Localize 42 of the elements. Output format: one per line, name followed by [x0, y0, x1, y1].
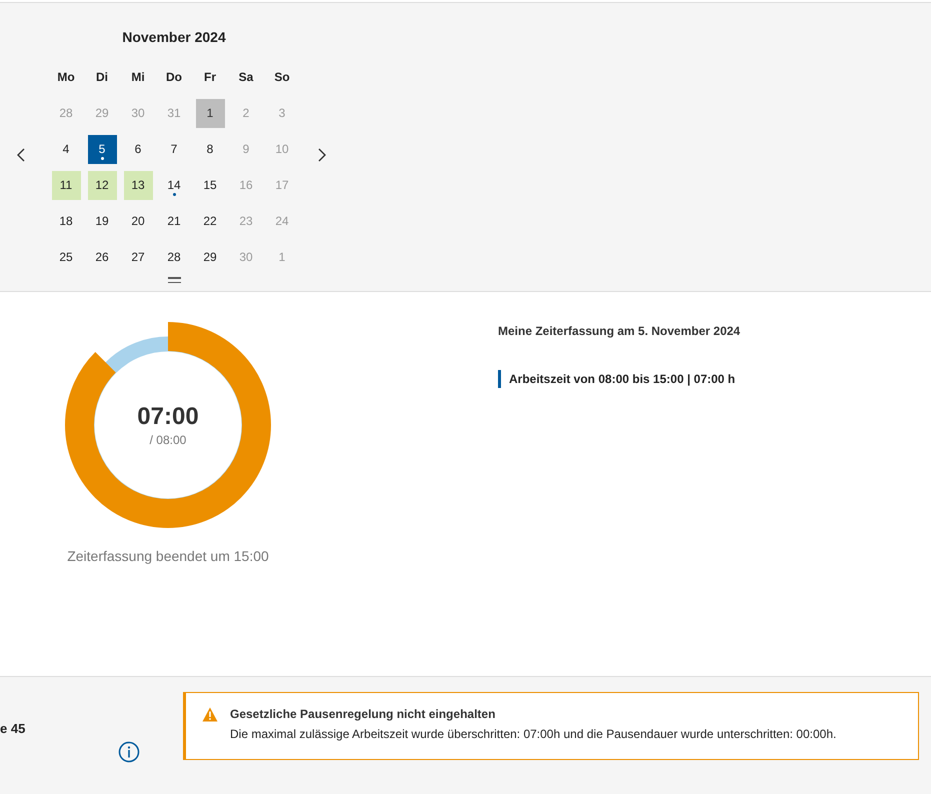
- weekday-label: Di: [96, 70, 108, 84]
- calendar-day[interactable]: 6: [124, 134, 152, 164]
- weekday-label: Sa: [238, 70, 254, 84]
- calendar-day[interactable]: 20: [124, 206, 152, 236]
- calendar-day[interactable]: 19: [88, 206, 116, 236]
- weekday-label: So: [274, 70, 290, 84]
- chevron-left-icon: [16, 148, 26, 162]
- weekday-label: Fr: [204, 70, 216, 84]
- alert-message: Die maximal zulässige Arbeitszeit wurde überschritten: 07:00h und die Pausendauer wurde unterschritten: 00:00h.: [230, 727, 836, 741]
- weekday-label: Do: [166, 70, 182, 84]
- calendar-day[interactable]: 13: [124, 170, 152, 200]
- target-time: / 08:00: [150, 433, 186, 447]
- status-text: Zeiterfassung beendet um 15:00: [67, 548, 269, 564]
- calendar-day[interactable]: 29: [196, 242, 224, 272]
- calendar-day[interactable]: 27: [124, 242, 152, 272]
- calendar-day[interactable]: 1: [196, 98, 224, 128]
- calendar-day[interactable]: 12: [88, 170, 116, 200]
- month-title: November 2024: [122, 29, 226, 45]
- weekday-label: Mo: [57, 70, 75, 84]
- calendar-day[interactable]: 14: [160, 170, 188, 200]
- alert-title: Gesetzliche Pausenregelung nicht eingehalten: [230, 707, 496, 721]
- calendar-day[interactable]: 8: [196, 134, 224, 164]
- worked-time: 07:00: [137, 403, 199, 431]
- calendar-day[interactable]: 5: [88, 134, 116, 164]
- calendar-day[interactable]: 28: [160, 242, 188, 272]
- details-title: Meine Zeiterfassung am 5. November 2024: [498, 324, 740, 338]
- calendar-day[interactable]: 18: [52, 206, 80, 236]
- calendar-day[interactable]: 26: [88, 242, 116, 272]
- weekday-label: Mi: [131, 70, 145, 84]
- calendar-day[interactable]: 7: [160, 134, 188, 164]
- warning-icon: [202, 707, 218, 722]
- calendar-day[interactable]: 15: [196, 170, 224, 200]
- calendar-day[interactable]: 25: [52, 242, 80, 272]
- calendar-day[interactable]: 4: [52, 134, 80, 164]
- chevron-right-icon: [317, 148, 327, 162]
- time-entry: Arbeitszeit von 08:00 bis 15:00 | 07:00 h: [498, 370, 740, 388]
- info-icon[interactable]: [118, 741, 140, 763]
- calendar-day[interactable]: 21: [160, 206, 188, 236]
- drag-handle-icon[interactable]: [168, 277, 180, 283]
- footer-label: e 45: [0, 721, 26, 736]
- calendar-day[interactable]: 11: [52, 170, 80, 200]
- calendar-day[interactable]: 22: [196, 206, 224, 236]
